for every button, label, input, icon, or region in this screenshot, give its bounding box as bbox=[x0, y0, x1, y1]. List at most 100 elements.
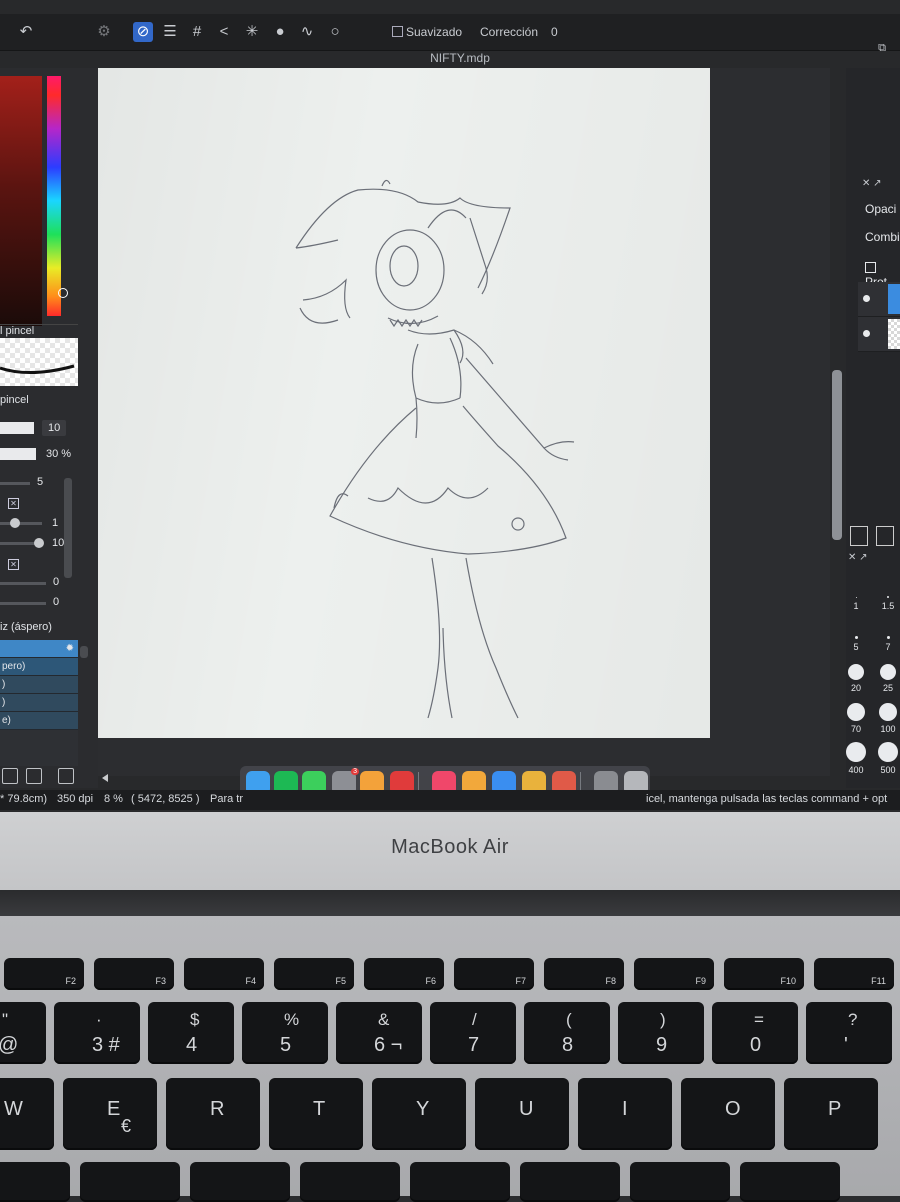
function-key[interactable]: F9 bbox=[634, 958, 714, 990]
new-layer-icon[interactable] bbox=[850, 526, 868, 546]
settings-icon[interactable]: ⚙ bbox=[94, 22, 114, 42]
number-key[interactable]: · 3 # bbox=[54, 1002, 140, 1064]
param-toggle-checkbox[interactable]: ✕ bbox=[8, 498, 19, 509]
trash-icon[interactable] bbox=[58, 768, 74, 784]
param-toggle-checkbox-2[interactable]: ✕ bbox=[8, 559, 19, 570]
letter-key[interactable]: W bbox=[0, 1078, 54, 1150]
letter-key[interactable]: E € bbox=[63, 1078, 157, 1150]
snap-parallel-icon[interactable]: ☰ bbox=[160, 22, 180, 42]
brush-size-preset[interactable]: 500 bbox=[872, 740, 900, 780]
letter-key-partial[interactable] bbox=[80, 1162, 180, 1202]
smoothing-checkbox[interactable] bbox=[392, 26, 403, 37]
snap-perspective-icon[interactable]: < bbox=[214, 22, 234, 42]
layer-visibility-icon[interactable] bbox=[863, 295, 870, 302]
number-key[interactable]: " @ bbox=[0, 1002, 46, 1064]
smoothing-toggle[interactable]: Suavizado bbox=[392, 25, 462, 39]
letter-key-partial[interactable] bbox=[410, 1162, 510, 1202]
param-b-track[interactable] bbox=[0, 522, 42, 525]
number-key[interactable]: (8 bbox=[524, 1002, 610, 1064]
number-key[interactable]: /7 bbox=[430, 1002, 516, 1064]
snap-curve-icon[interactable]: ∿ bbox=[297, 22, 317, 42]
brush-size-preset[interactable]: 7 bbox=[872, 617, 900, 657]
hue-slider-knob[interactable] bbox=[58, 288, 68, 298]
function-key[interactable]: F6 bbox=[364, 958, 444, 990]
snap-grid-icon[interactable]: # bbox=[187, 22, 207, 42]
snap-radial-icon[interactable]: ✳ bbox=[242, 22, 262, 42]
brush-size-preset[interactable]: 25 bbox=[872, 658, 900, 698]
canvas-vertical-scrollbar[interactable] bbox=[832, 370, 842, 540]
layer-row[interactable] bbox=[858, 317, 900, 352]
brush-size-panel-close-icon[interactable]: ✕ ↗ bbox=[848, 552, 868, 566]
letter-key[interactable]: R bbox=[166, 1078, 260, 1150]
brush-params-scrollbar[interactable] bbox=[64, 478, 72, 578]
number-key[interactable]: ) 9 bbox=[618, 1002, 704, 1064]
layer-row[interactable] bbox=[858, 282, 900, 317]
color-picker-field[interactable] bbox=[0, 76, 42, 326]
param-c-knob[interactable] bbox=[34, 538, 44, 548]
brush-list-item-settings-icon[interactable]: ✹ bbox=[66, 640, 74, 657]
undo-icon[interactable]: ↶ bbox=[16, 22, 36, 42]
layer-panel-close-icon[interactable]: ✕ ↗ bbox=[862, 178, 882, 192]
snap-ellipse-icon[interactable]: ○ bbox=[325, 22, 345, 42]
folder-icon[interactable] bbox=[2, 768, 18, 784]
correction-value[interactable]: 0 bbox=[551, 25, 558, 39]
number-key[interactable]: = 0 bbox=[712, 1002, 798, 1064]
brush-list-scrollbar[interactable] bbox=[80, 646, 88, 658]
letter-key[interactable]: P bbox=[784, 1078, 878, 1150]
brush-opacity-value[interactable]: 30 % bbox=[46, 448, 71, 460]
brush-list-item[interactable]: e) bbox=[0, 712, 78, 730]
param-a-track[interactable] bbox=[0, 482, 30, 485]
brush-list-item[interactable]: ) bbox=[0, 694, 78, 712]
brush-list-item[interactable]: ) bbox=[0, 676, 78, 694]
function-key[interactable]: F3 bbox=[94, 958, 174, 990]
letter-key-partial[interactable] bbox=[740, 1162, 840, 1202]
brush-size-preset[interactable]: 5 bbox=[840, 617, 872, 657]
letter-key-partial[interactable] bbox=[630, 1162, 730, 1202]
brush-size-preset[interactable]: 1 bbox=[840, 576, 872, 616]
function-key[interactable]: F10 bbox=[724, 958, 804, 990]
snap-circle-icon[interactable]: ● bbox=[270, 22, 290, 42]
param-d-track[interactable] bbox=[0, 582, 46, 585]
letter-key-partial[interactable] bbox=[190, 1162, 290, 1202]
duplicate-icon[interactable] bbox=[26, 768, 42, 784]
param-e-track[interactable] bbox=[0, 602, 46, 605]
letter-key-partial[interactable] bbox=[300, 1162, 400, 1202]
function-key[interactable]: F4 bbox=[184, 958, 264, 990]
protect-alpha-checkbox[interactable] bbox=[865, 262, 876, 273]
brush-size-dot bbox=[848, 664, 864, 680]
function-key-label: F6 bbox=[425, 976, 436, 986]
function-key[interactable]: F5 bbox=[274, 958, 354, 990]
param-b-knob[interactable] bbox=[10, 518, 20, 528]
letter-key[interactable]: T bbox=[269, 1078, 363, 1150]
number-key[interactable]: $4 bbox=[148, 1002, 234, 1064]
number-key-shift-label: ) bbox=[660, 1010, 666, 1029]
snap-off-icon[interactable]: ⊘ bbox=[133, 22, 153, 42]
brush-size-preset[interactable]: 100 bbox=[872, 699, 900, 739]
letter-key-partial[interactable] bbox=[520, 1162, 620, 1202]
number-key[interactable]: ? ' bbox=[806, 1002, 892, 1064]
smoothing-label: Suavizado bbox=[406, 25, 463, 39]
brush-size-value[interactable]: 10 bbox=[42, 420, 67, 436]
brush-size-preset[interactable]: 70 bbox=[840, 699, 872, 739]
brush-list-item[interactable]: pero) bbox=[0, 658, 78, 676]
letter-key[interactable]: Y bbox=[372, 1078, 466, 1150]
letter-key[interactable]: I bbox=[578, 1078, 672, 1150]
brush-size-preset[interactable]: 20 bbox=[840, 658, 872, 698]
drawing-canvas[interactable] bbox=[98, 68, 710, 738]
canvas-area[interactable] bbox=[98, 68, 830, 782]
function-key[interactable]: F2 bbox=[4, 958, 84, 990]
letter-key-partial[interactable] bbox=[0, 1162, 70, 1202]
number-key[interactable]: % 5 bbox=[242, 1002, 328, 1064]
number-key[interactable]: & 6 ¬ bbox=[336, 1002, 422, 1064]
brush-size-preset[interactable]: 400 bbox=[840, 740, 872, 780]
function-key[interactable]: F8 bbox=[544, 958, 624, 990]
hue-slider[interactable] bbox=[47, 76, 61, 316]
function-key[interactable]: F7 bbox=[454, 958, 534, 990]
letter-key[interactable]: O bbox=[681, 1078, 775, 1150]
brush-list-item[interactable]: ✹ bbox=[0, 640, 78, 658]
brush-size-preset[interactable]: 1.5 bbox=[872, 576, 900, 616]
new-layer-8bit-icon[interactable] bbox=[876, 526, 894, 546]
layer-visibility-icon[interactable] bbox=[863, 330, 870, 337]
function-key[interactable]: F11 bbox=[814, 958, 894, 990]
letter-key[interactable]: U bbox=[475, 1078, 569, 1150]
